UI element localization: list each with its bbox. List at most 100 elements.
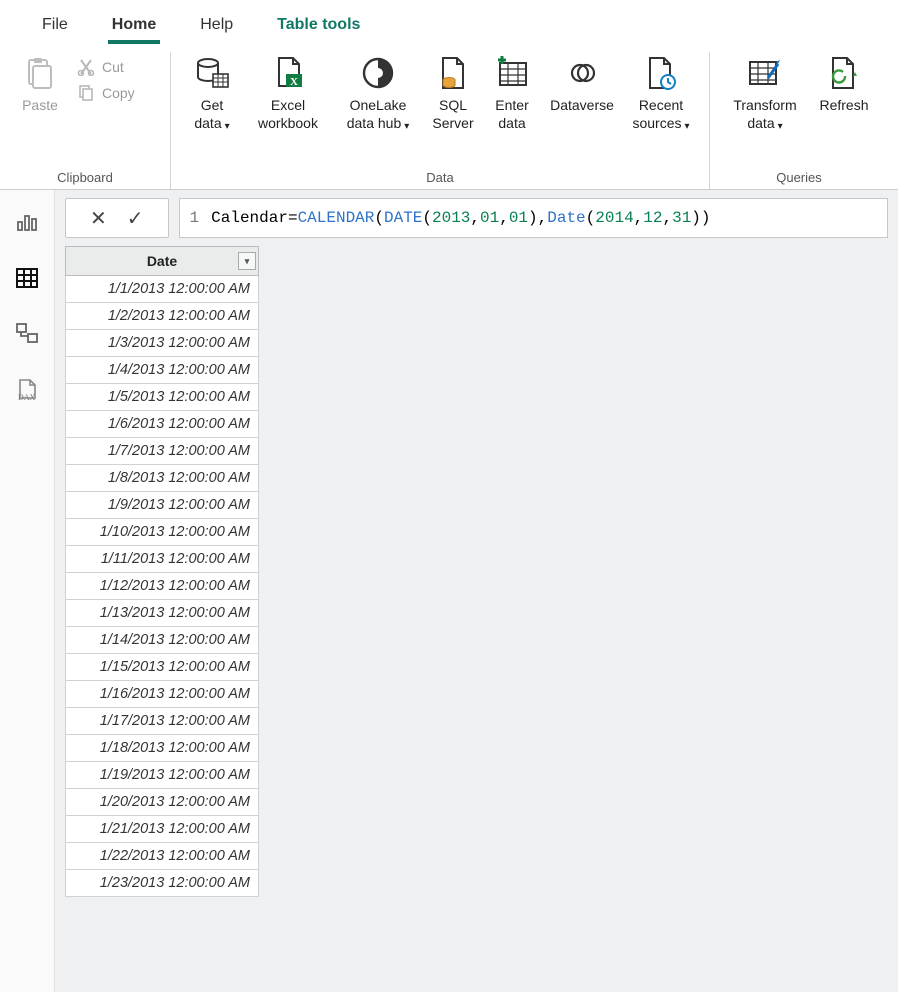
nav-report-view[interactable] [9, 204, 45, 240]
copy-button[interactable]: Copy [70, 80, 141, 106]
table-row[interactable]: 1/3/2013 12:00:00 AM [66, 330, 259, 357]
formula-line-number: 1 [190, 209, 200, 227]
table-cell[interactable]: 1/22/2013 12:00:00 AM [66, 843, 259, 870]
nav-model-view[interactable] [9, 316, 45, 352]
group-title-data: Data [171, 168, 709, 187]
table-cell[interactable]: 1/13/2013 12:00:00 AM [66, 600, 259, 627]
table-row[interactable]: 1/6/2013 12:00:00 AM [66, 411, 259, 438]
table-cell[interactable]: 1/11/2013 12:00:00 AM [66, 546, 259, 573]
ribbon-group-clipboard: Paste Cut Copy Clipboard [0, 52, 170, 189]
paste-button[interactable]: Paste [10, 52, 70, 114]
excel-label: Excel workbook [245, 96, 331, 132]
table-cell[interactable]: 1/4/2013 12:00:00 AM [66, 357, 259, 384]
chevron-down-icon: ▾ [778, 121, 783, 132]
table-row[interactable]: 1/13/2013 12:00:00 AM [66, 600, 259, 627]
table-row[interactable]: 1/14/2013 12:00:00 AM [66, 627, 259, 654]
left-nav: DAX [0, 190, 55, 992]
table-row[interactable]: 1/5/2013 12:00:00 AM [66, 384, 259, 411]
svg-text:X: X [290, 76, 298, 88]
dataverse-icon [563, 54, 601, 92]
table-cell[interactable]: 1/12/2013 12:00:00 AM [66, 573, 259, 600]
sql-server-button[interactable]: SQL Server [423, 52, 483, 132]
table-row[interactable]: 1/23/2013 12:00:00 AM [66, 870, 259, 897]
transform-icon [746, 54, 784, 92]
table-cell[interactable]: 1/3/2013 12:00:00 AM [66, 330, 259, 357]
copy-label: Copy [102, 85, 135, 101]
enter-data-button[interactable]: Enter data [483, 52, 541, 132]
cancel-formula-button[interactable]: ✕ [90, 206, 107, 231]
table-cell[interactable]: 1/16/2013 12:00:00 AM [66, 681, 259, 708]
nav-dax-view[interactable]: DAX [9, 372, 45, 408]
table-row[interactable]: 1/16/2013 12:00:00 AM [66, 681, 259, 708]
table-row[interactable]: 1/19/2013 12:00:00 AM [66, 762, 259, 789]
tab-file[interactable]: File [20, 6, 90, 44]
table-row[interactable]: 1/2/2013 12:00:00 AM [66, 303, 259, 330]
transform-data-button[interactable]: Transform data▾ [720, 52, 810, 135]
table-cell[interactable]: 1/1/2013 12:00:00 AM [66, 276, 259, 303]
get-data-label: Get data [194, 97, 223, 131]
group-title-queries: Queries [710, 168, 888, 187]
table-row[interactable]: 1/12/2013 12:00:00 AM [66, 573, 259, 600]
refresh-icon [825, 54, 863, 92]
table-cell[interactable]: 1/23/2013 12:00:00 AM [66, 870, 259, 897]
table-cell[interactable]: 1/19/2013 12:00:00 AM [66, 762, 259, 789]
table-cell[interactable]: 1/10/2013 12:00:00 AM [66, 519, 259, 546]
formula-bar[interactable]: 1 Calendar = CALENDAR ( DATE ( 2013 , 01… [179, 198, 888, 238]
chevron-down-icon: ▾ [225, 121, 230, 132]
table-row[interactable]: 1/9/2013 12:00:00 AM [66, 492, 259, 519]
table-row[interactable]: 1/10/2013 12:00:00 AM [66, 519, 259, 546]
table-cell[interactable]: 1/18/2013 12:00:00 AM [66, 735, 259, 762]
get-data-button[interactable]: Get data▾ [181, 52, 243, 135]
table-cell[interactable]: 1/7/2013 12:00:00 AM [66, 438, 259, 465]
table-cell[interactable]: 1/15/2013 12:00:00 AM [66, 654, 259, 681]
table-cell[interactable]: 1/6/2013 12:00:00 AM [66, 411, 259, 438]
nav-data-view[interactable] [9, 260, 45, 296]
table-row[interactable]: 1/1/2013 12:00:00 AM [66, 276, 259, 303]
table-row[interactable]: 1/21/2013 12:00:00 AM [66, 816, 259, 843]
tab-home[interactable]: Home [90, 6, 178, 44]
tab-table-tools[interactable]: Table tools [255, 6, 382, 44]
table-row[interactable]: 1/4/2013 12:00:00 AM [66, 357, 259, 384]
column-filter-dropdown[interactable]: ▾ [238, 252, 256, 270]
ribbon-group-queries: Transform data▾ Refresh Queries [709, 52, 888, 189]
ribbon: Paste Cut Copy Clipboard [0, 44, 898, 190]
refresh-button[interactable]: Refresh [810, 52, 878, 114]
table-cell[interactable]: 1/5/2013 12:00:00 AM [66, 384, 259, 411]
table-icon [15, 266, 39, 290]
dataverse-label: Dataverse [550, 96, 614, 114]
table-row[interactable]: 1/18/2013 12:00:00 AM [66, 735, 259, 762]
model-icon [15, 322, 39, 346]
dataverse-button[interactable]: Dataverse [541, 52, 623, 114]
table-cell[interactable]: 1/2/2013 12:00:00 AM [66, 303, 259, 330]
database-icon [193, 54, 231, 92]
formula-action-buttons: ✕ ✓ [65, 198, 169, 238]
table-row[interactable]: 1/15/2013 12:00:00 AM [66, 654, 259, 681]
onelake-icon [359, 54, 397, 92]
table-row[interactable]: 1/7/2013 12:00:00 AM [66, 438, 259, 465]
ribbon-group-data: Get data▾ X Excel workbook [170, 52, 709, 189]
excel-workbook-button[interactable]: X Excel workbook [243, 52, 333, 132]
table-cell[interactable]: 1/17/2013 12:00:00 AM [66, 708, 259, 735]
group-title-clipboard: Clipboard [0, 168, 170, 187]
paste-icon [21, 54, 59, 92]
table-cell[interactable]: 1/8/2013 12:00:00 AM [66, 465, 259, 492]
table-row[interactable]: 1/20/2013 12:00:00 AM [66, 789, 259, 816]
table-row[interactable]: 1/11/2013 12:00:00 AM [66, 546, 259, 573]
tab-help[interactable]: Help [178, 6, 255, 44]
table-cell[interactable]: 1/20/2013 12:00:00 AM [66, 789, 259, 816]
cut-button[interactable]: Cut [70, 54, 141, 80]
data-table: Date ▾ 1/1/2013 12:00:00 AM1/2/2013 12:0… [65, 246, 259, 897]
onelake-button[interactable]: OneLake data hub▾ [333, 52, 423, 135]
column-header-date[interactable]: Date ▾ [66, 247, 259, 276]
commit-formula-button[interactable]: ✓ [127, 206, 144, 231]
table-row[interactable]: 1/17/2013 12:00:00 AM [66, 708, 259, 735]
table-row[interactable]: 1/8/2013 12:00:00 AM [66, 465, 259, 492]
cut-icon [76, 57, 96, 77]
excel-icon: X [269, 54, 307, 92]
table-cell[interactable]: 1/9/2013 12:00:00 AM [66, 492, 259, 519]
table-row[interactable]: 1/22/2013 12:00:00 AM [66, 843, 259, 870]
paste-label: Paste [22, 96, 58, 114]
recent-sources-button[interactable]: Recent sources▾ [623, 52, 699, 135]
table-cell[interactable]: 1/21/2013 12:00:00 AM [66, 816, 259, 843]
table-cell[interactable]: 1/14/2013 12:00:00 AM [66, 627, 259, 654]
